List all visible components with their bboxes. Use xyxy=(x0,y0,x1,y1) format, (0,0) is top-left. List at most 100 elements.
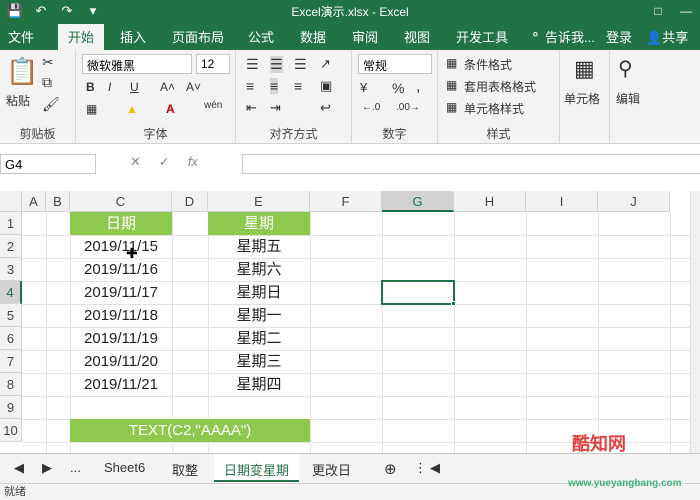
column-header-i[interactable]: I xyxy=(526,191,598,212)
bold-button[interactable]: B xyxy=(86,80,95,94)
cell-e1[interactable]: 星期 xyxy=(208,212,310,235)
cell-c6[interactable]: 2019/11/19 xyxy=(70,327,172,350)
align-bottom-icon[interactable]: ☰ xyxy=(294,56,307,73)
align-center-icon[interactable]: ≡ xyxy=(270,78,279,94)
login-link[interactable]: 登录 xyxy=(606,27,632,46)
orientation-icon[interactable]: ↗ xyxy=(320,56,331,72)
sheet-tab-more[interactable]: ... xyxy=(70,460,81,475)
font-size-select[interactable]: 12 xyxy=(196,54,230,74)
copy-icon[interactable]: ⧉ xyxy=(42,74,52,91)
minimize-icon[interactable]: — xyxy=(672,0,700,22)
row-header-7[interactable]: 7 xyxy=(0,350,22,373)
tab-file[interactable]: 文件 xyxy=(8,27,34,46)
cut-icon[interactable]: ✂ xyxy=(42,54,54,71)
sheet-tab-weekday[interactable]: 日期变星期 xyxy=(214,454,300,482)
row-header-9[interactable]: 9 xyxy=(0,396,22,419)
cell-c8[interactable]: 2019/11/21 xyxy=(70,373,172,396)
border-icon[interactable]: ▦ xyxy=(86,102,97,116)
scroll-left-icon[interactable]: ◀ xyxy=(14,460,24,476)
row-header-8[interactable]: 8 xyxy=(0,373,22,396)
active-cell-g4[interactable] xyxy=(381,280,455,305)
cell-c7[interactable]: 2019/11/20 xyxy=(70,350,172,373)
vertical-scrollbar[interactable] xyxy=(690,191,700,453)
ribbon-display-icon[interactable]: □ xyxy=(644,0,672,22)
align-middle-icon[interactable]: ☰ xyxy=(270,56,283,73)
phonetic-button[interactable]: wén xyxy=(204,100,222,111)
fill-color-icon[interactable]: ▲ xyxy=(126,102,138,116)
comma-button[interactable]: , xyxy=(416,78,420,96)
tab-formulas[interactable]: 公式 xyxy=(248,27,274,46)
conditional-format-button[interactable]: 条件格式 xyxy=(464,56,512,73)
scroll-right-icon[interactable]: ▶ xyxy=(42,460,52,476)
row-header-6[interactable]: 6 xyxy=(0,327,22,350)
column-header-a[interactable]: A xyxy=(22,191,46,212)
tab-developer[interactable]: 开发工具 xyxy=(456,27,508,46)
hscroll-left-icon[interactable]: ◀ xyxy=(430,460,440,476)
underline-button[interactable]: U xyxy=(130,80,139,94)
tab-data[interactable]: 数据 xyxy=(300,27,326,46)
insert-function-button[interactable]: fx xyxy=(188,154,198,170)
tab-insert[interactable]: 插入 xyxy=(120,27,146,46)
cell-c2[interactable]: 2019/11/15 xyxy=(70,235,172,258)
cell-c3[interactable]: 2019/11/16 xyxy=(70,258,172,281)
format-painter-icon[interactable]: 🖌 xyxy=(42,96,60,113)
column-header-b[interactable]: B xyxy=(46,191,70,212)
increase-indent-icon[interactable]: ⇥ xyxy=(270,100,281,116)
format-as-table-button[interactable]: 套用表格格式 xyxy=(464,78,536,95)
row-header-2[interactable]: 2 xyxy=(0,235,22,258)
row-header-1[interactable]: 1 xyxy=(0,212,22,235)
italic-button[interactable]: I xyxy=(108,80,111,94)
cell-c10-merged[interactable]: TEXT(C2,"AAAA") xyxy=(70,419,310,442)
row-header-4[interactable]: 4 xyxy=(0,281,22,304)
cell-e4[interactable]: 星期日 xyxy=(208,281,310,304)
cell-e8[interactable]: 星期四 xyxy=(208,373,310,396)
tell-me-search[interactable]: 告诉我... xyxy=(545,27,595,46)
font-grow-icon[interactable]: A˄ xyxy=(160,80,175,94)
select-all-corner[interactable] xyxy=(0,191,22,212)
row-header-5[interactable]: 5 xyxy=(0,304,22,327)
sheet-tab-sheet6[interactable]: Sheet6 xyxy=(104,460,145,475)
cell-e6[interactable]: 星期二 xyxy=(208,327,310,350)
column-header-j[interactable]: J xyxy=(598,191,670,212)
editing-button[interactable]: 编辑 xyxy=(616,90,640,107)
cancel-icon[interactable]: ✕ xyxy=(130,154,141,170)
fill-handle[interactable] xyxy=(451,301,456,306)
font-shrink-icon[interactable]: A˅ xyxy=(186,80,201,94)
align-top-icon[interactable]: ☰ xyxy=(246,56,259,73)
font-color-icon[interactable]: A xyxy=(166,102,175,116)
percent-button[interactable]: % xyxy=(392,80,404,96)
formula-input[interactable] xyxy=(242,154,700,174)
cell-e5[interactable]: 星期一 xyxy=(208,304,310,327)
scroll-dots-icon[interactable]: ⋮ xyxy=(414,460,427,476)
increase-decimal-icon[interactable]: ←.0 xyxy=(362,102,380,113)
cell-c1[interactable]: 日期 xyxy=(70,212,172,235)
column-header-c[interactable]: C xyxy=(70,191,172,212)
cell-e2[interactable]: 星期五 xyxy=(208,235,310,258)
row-header-10[interactable]: 10 xyxy=(0,419,22,442)
number-format-select[interactable]: 常规 xyxy=(358,54,432,74)
worksheet-grid[interactable]: A B C D E F G H I J 1 2 3 4 5 6 7 8 9 10… xyxy=(0,191,690,453)
column-header-f[interactable]: F xyxy=(310,191,382,212)
column-header-d[interactable]: D xyxy=(172,191,208,212)
decrease-decimal-icon[interactable]: .00→ xyxy=(396,102,420,113)
paste-label[interactable]: 粘贴 xyxy=(6,92,30,109)
row-header-3[interactable]: 3 xyxy=(0,258,22,281)
currency-icon[interactable]: ¥ xyxy=(360,80,367,95)
decrease-indent-icon[interactable]: ⇤ xyxy=(246,100,257,116)
cells-button[interactable]: 单元格 xyxy=(564,90,600,107)
cell-styles-button[interactable]: 单元格样式 xyxy=(464,100,524,117)
column-header-h[interactable]: H xyxy=(454,191,526,212)
sheet-tab-change-date[interactable]: 更改日 xyxy=(312,460,351,479)
cell-c4[interactable]: 2019/11/17 xyxy=(70,281,172,304)
name-box[interactable]: G4 xyxy=(0,154,96,174)
column-header-e[interactable]: E xyxy=(208,191,310,212)
cell-c5[interactable]: 2019/11/18 xyxy=(70,304,172,327)
tab-home[interactable]: 开始 xyxy=(58,24,105,50)
cell-e7[interactable]: 星期三 xyxy=(208,350,310,373)
share-button[interactable]: 👤共享 xyxy=(646,27,688,46)
tab-review[interactable]: 审阅 xyxy=(352,27,378,46)
merge-center-icon[interactable]: ▣ xyxy=(320,78,332,94)
tab-view[interactable]: 视图 xyxy=(404,27,430,46)
align-right-icon[interactable]: ≡ xyxy=(294,78,302,94)
cell-e3[interactable]: 星期六 xyxy=(208,258,310,281)
